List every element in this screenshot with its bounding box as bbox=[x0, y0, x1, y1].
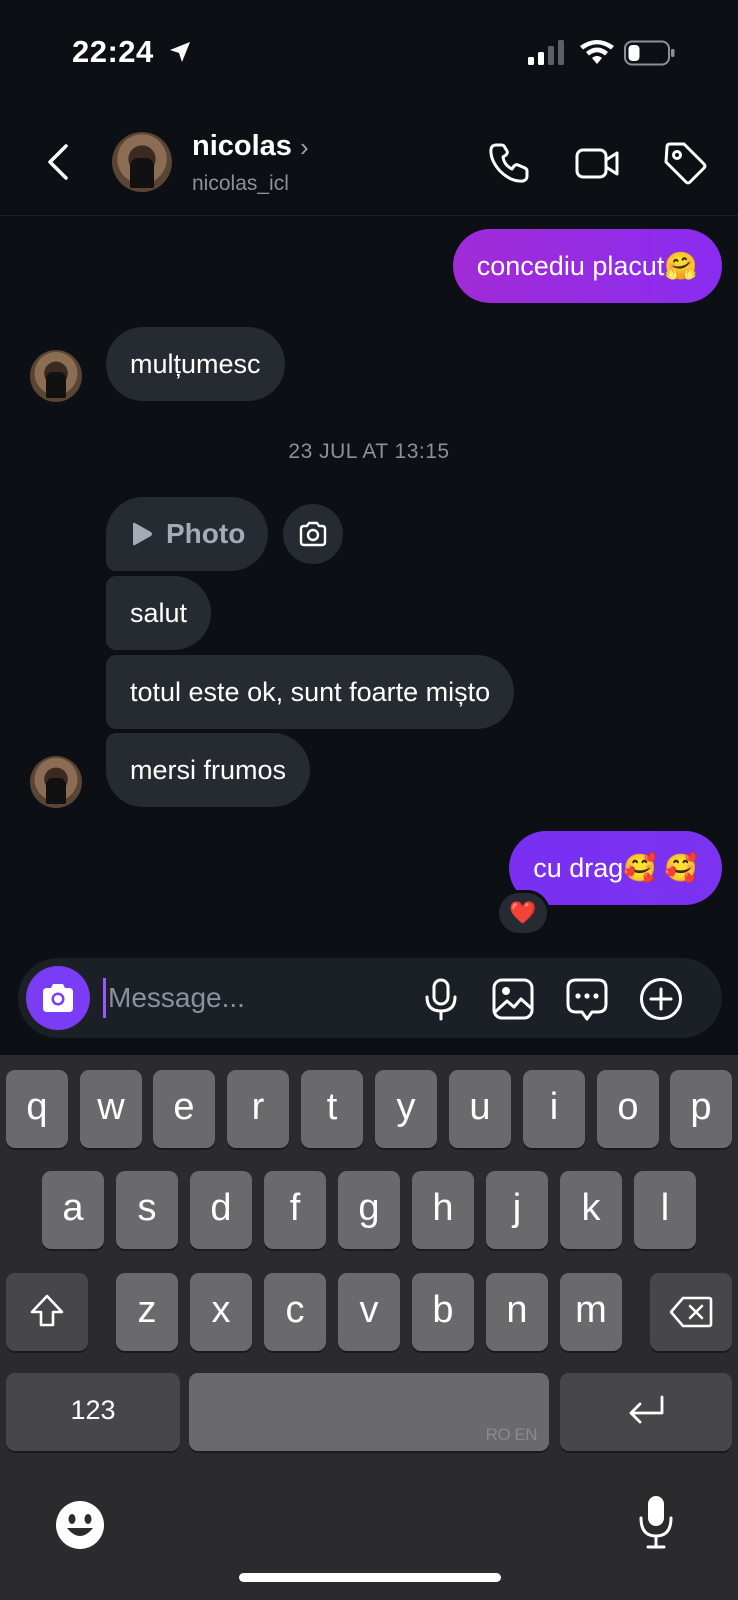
key[interactable]: l bbox=[634, 1171, 696, 1249]
key[interactable]: e bbox=[153, 1070, 215, 1148]
contact-name[interactable]: nicolas bbox=[192, 130, 292, 163]
battery-icon bbox=[624, 40, 675, 66]
shift-key[interactable] bbox=[6, 1273, 88, 1351]
keyboard-language-label: RO EN bbox=[485, 1425, 538, 1444]
photo-label: Photo bbox=[166, 518, 246, 549]
key[interactable]: m bbox=[560, 1273, 622, 1351]
backspace-icon bbox=[669, 1296, 713, 1328]
message-composer bbox=[18, 958, 722, 1038]
key[interactable]: w bbox=[80, 1070, 142, 1148]
dictation-microphone-icon[interactable] bbox=[636, 1494, 676, 1550]
microphone-icon[interactable] bbox=[418, 976, 464, 1022]
key[interactable]: p bbox=[670, 1070, 732, 1148]
key[interactable]: x bbox=[190, 1273, 252, 1351]
keyboard: q w e r t y u i o p a s d f g h j k l z … bbox=[0, 1055, 738, 1600]
contact-handle[interactable]: nicolas_icl bbox=[192, 172, 289, 196]
key[interactable]: z bbox=[116, 1273, 178, 1351]
key[interactable]: o bbox=[597, 1070, 659, 1148]
key[interactable]: c bbox=[264, 1273, 326, 1351]
shift-arrow-icon bbox=[30, 1294, 64, 1327]
chat-header: nicolas › nicolas_icl bbox=[0, 110, 738, 216]
key[interactable]: f bbox=[264, 1171, 326, 1249]
play-icon bbox=[133, 522, 152, 546]
camera-icon bbox=[299, 521, 327, 547]
contact-avatar[interactable] bbox=[112, 132, 172, 192]
space-key[interactable]: RO EN bbox=[189, 1373, 549, 1451]
key[interactable]: k bbox=[560, 1171, 622, 1249]
key[interactable]: v bbox=[338, 1273, 400, 1351]
emoji-icon[interactable] bbox=[55, 1500, 105, 1550]
cellular-signal-icon bbox=[528, 40, 564, 65]
chevron-right-icon[interactable]: › bbox=[300, 132, 309, 163]
photo-message[interactable]: Photo bbox=[106, 497, 268, 571]
key[interactable]: t bbox=[301, 1070, 363, 1148]
text-caret bbox=[103, 978, 106, 1018]
return-key[interactable] bbox=[560, 1373, 732, 1451]
sender-avatar[interactable] bbox=[30, 350, 82, 402]
key[interactable]: h bbox=[412, 1171, 474, 1249]
back-chevron-icon[interactable] bbox=[42, 140, 76, 184]
incoming-message[interactable]: mulțumesc bbox=[106, 327, 285, 401]
incoming-message[interactable]: salut bbox=[106, 576, 212, 650]
key[interactable]: j bbox=[486, 1171, 548, 1249]
location-arrow-icon bbox=[170, 42, 190, 62]
incoming-message[interactable]: mersi frumos bbox=[106, 733, 311, 807]
key[interactable]: n bbox=[486, 1273, 548, 1351]
wifi-icon bbox=[580, 40, 614, 64]
outgoing-message[interactable]: concediu placut🤗 bbox=[452, 229, 722, 303]
camera-icon bbox=[43, 984, 73, 1012]
heart-reaction[interactable]: ❤️ bbox=[496, 890, 550, 936]
phone-icon[interactable] bbox=[486, 140, 532, 186]
incoming-message[interactable]: totul este ok, sunt foarte mișto bbox=[106, 655, 515, 729]
sticker-chat-icon[interactable] bbox=[564, 976, 610, 1022]
camera-button[interactable] bbox=[26, 966, 90, 1030]
message-timestamp: 23 JUL AT 13:15 bbox=[288, 440, 450, 463]
key[interactable]: a bbox=[42, 1171, 104, 1249]
home-indicator[interactable] bbox=[239, 1573, 501, 1582]
numbers-key[interactable]: 123 bbox=[6, 1373, 180, 1451]
view-photo-button[interactable] bbox=[283, 504, 343, 564]
key[interactable]: r bbox=[227, 1070, 289, 1148]
backspace-key[interactable] bbox=[650, 1273, 732, 1351]
key[interactable]: d bbox=[190, 1171, 252, 1249]
key[interactable]: s bbox=[116, 1171, 178, 1249]
tag-icon[interactable] bbox=[662, 140, 708, 186]
key[interactable]: b bbox=[412, 1273, 474, 1351]
key[interactable]: q bbox=[6, 1070, 68, 1148]
key[interactable]: u bbox=[449, 1070, 511, 1148]
status-bar: 22:24 bbox=[0, 0, 738, 100]
key[interactable]: y bbox=[375, 1070, 437, 1148]
video-camera-icon[interactable] bbox=[574, 140, 620, 186]
message-input[interactable] bbox=[108, 974, 398, 1022]
return-arrow-icon bbox=[629, 1395, 664, 1424]
gallery-icon[interactable] bbox=[490, 976, 536, 1022]
key[interactable]: g bbox=[338, 1171, 400, 1249]
sender-avatar[interactable] bbox=[30, 756, 82, 808]
plus-circle-icon[interactable] bbox=[638, 976, 684, 1022]
status-time: 22:24 bbox=[72, 34, 154, 69]
key[interactable]: i bbox=[523, 1070, 585, 1148]
